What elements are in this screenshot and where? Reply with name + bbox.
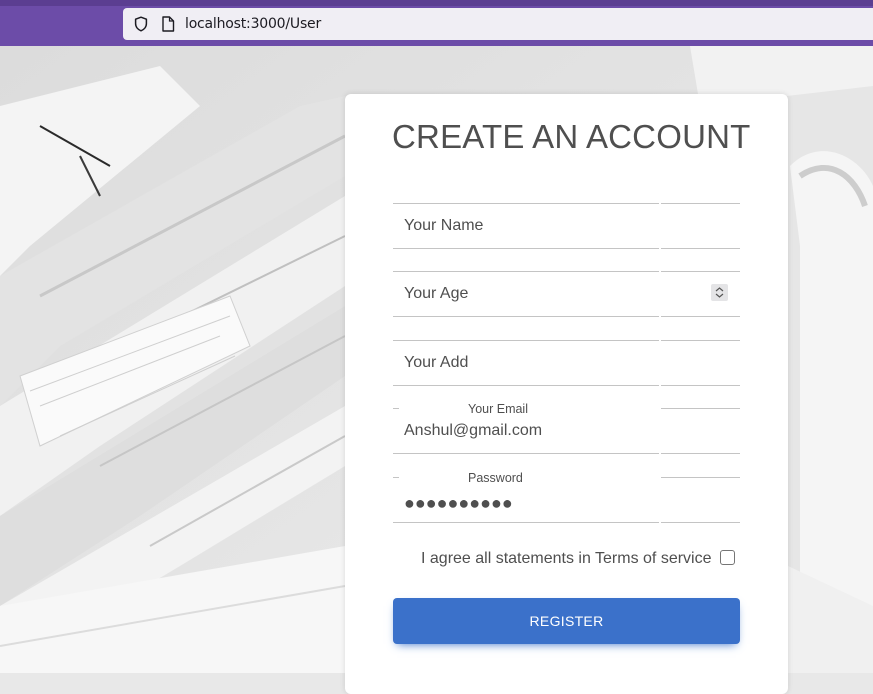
field-border xyxy=(393,453,659,454)
terms-checkbox[interactable] xyxy=(720,550,735,565)
password-input[interactable]: ●●●●●●●●●● xyxy=(404,493,513,514)
field-border xyxy=(661,453,740,454)
field-border xyxy=(393,248,659,249)
page-title: CREATE AN ACCOUNT xyxy=(392,118,751,155)
name-input[interactable] xyxy=(393,204,740,248)
field-border xyxy=(661,408,740,409)
url-path: :3000/User xyxy=(246,16,322,32)
field-border xyxy=(393,408,399,409)
url-text[interactable]: localhost:3000/User xyxy=(185,16,321,32)
password-label: Password xyxy=(468,471,523,485)
email-input[interactable] xyxy=(393,416,740,446)
field-border xyxy=(661,316,740,317)
email-field[interactable]: Your Email xyxy=(393,402,740,454)
name-field[interactable] xyxy=(393,203,740,249)
field-border xyxy=(393,316,659,317)
address-field[interactable] xyxy=(393,340,740,386)
register-card: CREATE AN ACCOUNT Your Email xyxy=(345,94,788,694)
email-label: Your Email xyxy=(468,402,528,416)
field-border xyxy=(661,477,740,478)
register-button[interactable]: REGISTER xyxy=(393,598,740,644)
field-border xyxy=(661,248,740,249)
field-border xyxy=(661,385,740,386)
browser-toolbar: localhost:3000/User xyxy=(0,0,873,46)
url-host: localhost xyxy=(185,16,247,32)
address-bar[interactable]: localhost:3000/User xyxy=(123,8,873,40)
field-border xyxy=(393,477,399,478)
terms-label[interactable]: I agree all statements in Terms of servi… xyxy=(421,550,712,568)
field-border xyxy=(393,385,659,386)
field-border xyxy=(661,522,740,523)
shield-icon[interactable] xyxy=(133,16,149,32)
page-icon[interactable] xyxy=(161,16,175,32)
field-border xyxy=(393,522,659,523)
password-field[interactable]: Password ●●●●●●●●●● xyxy=(393,471,740,523)
spinner-icon[interactable] xyxy=(711,284,728,301)
age-input[interactable] xyxy=(393,272,740,316)
address-input[interactable] xyxy=(393,341,740,385)
age-field[interactable] xyxy=(393,271,740,317)
